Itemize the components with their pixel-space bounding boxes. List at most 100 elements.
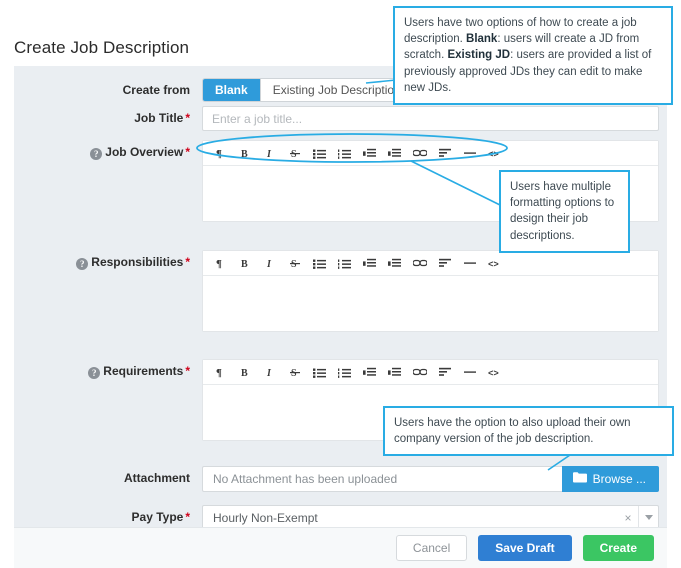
job-title-input[interactable] [202, 106, 659, 131]
strikethrough-icon[interactable]: S [282, 142, 307, 165]
svg-text:<>: <> [488, 260, 499, 268]
label-job-overview: ? Job Overview * [14, 145, 190, 160]
folder-icon [572, 472, 587, 486]
annotation-create-from: Users have two options of how to create … [393, 6, 673, 106]
paragraph-icon[interactable]: ¶ [207, 142, 232, 165]
close-icon[interactable]: × [618, 511, 638, 525]
pay-type-selected-value: Hourly Non-Exempt [213, 510, 318, 525]
label-attachment: Attachment [14, 471, 190, 485]
italic-icon[interactable]: I [257, 142, 282, 165]
annotation-attachment: Users have the option to also upload the… [383, 406, 674, 457]
field-responsibilities: ¶ B IS <> [202, 250, 659, 332]
italic-icon[interactable]: I [257, 361, 282, 384]
svg-text:I: I [266, 149, 272, 159]
indent-icon[interactable] [382, 252, 407, 275]
strikethrough-icon[interactable]: S [282, 252, 307, 275]
create-from-toggle-group[interactable]: Blank Existing Job Description [202, 78, 414, 102]
link-icon[interactable] [407, 142, 432, 165]
ordered-list-icon[interactable] [332, 142, 357, 165]
label-responsibilities-text: Responsibilities [91, 255, 184, 269]
help-icon[interactable]: ? [76, 258, 89, 270]
ordered-list-icon[interactable] [332, 361, 357, 384]
label-job-title-text: Job Title [134, 111, 184, 125]
responsibilities-toolbar[interactable]: ¶ B IS <> [203, 251, 658, 276]
label-job-overview-text: Job Overview [105, 145, 184, 159]
responsibilities-editor[interactable]: ¶ B IS <> [202, 250, 659, 332]
svg-text:¶: ¶ [216, 148, 222, 159]
required-asterisk: * [185, 145, 190, 159]
job-overview-toolbar[interactable]: ¶ B IS <> [203, 141, 658, 166]
svg-text:I: I [266, 368, 272, 378]
svg-text:B: B [241, 259, 248, 269]
browse-button[interactable]: Browse ... [561, 466, 659, 492]
annotation-emphasis: Blank [466, 33, 498, 46]
label-attachment-text: Attachment [123, 471, 190, 485]
svg-text:B: B [241, 149, 248, 159]
responsibilities-textarea[interactable] [203, 276, 658, 331]
indent-icon[interactable] [382, 142, 407, 165]
create-from-option-existing-jd[interactable]: Existing Job Description [260, 79, 413, 101]
annotation-formatting: Users have multiple formatting options t… [499, 170, 630, 253]
required-asterisk: * [185, 111, 190, 125]
strikethrough-icon[interactable]: S [282, 361, 307, 384]
attachment-control: No Attachment has been uploaded Browse .… [202, 466, 659, 492]
help-icon[interactable]: ? [88, 367, 101, 379]
required-asterisk: * [185, 364, 190, 378]
horizontal-rule-icon[interactable] [457, 361, 482, 384]
create-from-option-blank[interactable]: Blank [203, 79, 261, 101]
svg-text:B: B [241, 368, 248, 378]
caret-shape [644, 515, 653, 520]
label-pay-type: Pay Type * [14, 510, 190, 524]
svg-text:<>: <> [488, 369, 499, 377]
label-job-title: Job Title * [14, 111, 190, 125]
form-footer: Cancel Save Draft Create [14, 527, 667, 568]
outdent-icon[interactable] [357, 252, 382, 275]
bold-icon[interactable]: B [232, 142, 257, 165]
unordered-list-icon[interactable] [307, 252, 332, 275]
annotation-emphasis: Existing JD [447, 49, 511, 62]
align-left-icon[interactable] [432, 252, 457, 275]
bold-icon[interactable]: B [232, 252, 257, 275]
unordered-list-icon[interactable] [307, 142, 332, 165]
required-asterisk: * [185, 255, 190, 269]
chevron-down-icon[interactable] [638, 506, 658, 529]
svg-text:¶: ¶ [216, 367, 222, 378]
cancel-button[interactable]: Cancel [395, 535, 468, 561]
browse-button-label: Browse ... [592, 472, 646, 486]
link-icon[interactable] [407, 361, 432, 384]
horizontal-rule-icon[interactable] [457, 142, 482, 165]
svg-text:¶: ¶ [216, 258, 222, 269]
code-icon[interactable]: <> [482, 142, 507, 165]
unordered-list-icon[interactable] [307, 361, 332, 384]
outdent-icon[interactable] [357, 361, 382, 384]
attachment-status: No Attachment has been uploaded [202, 466, 562, 492]
bold-icon[interactable]: B [232, 361, 257, 384]
label-create-from: Create from [14, 83, 190, 97]
field-job-title [202, 106, 659, 131]
required-asterisk: * [185, 510, 190, 524]
align-left-icon[interactable] [432, 142, 457, 165]
help-icon[interactable]: ? [90, 148, 103, 160]
create-button[interactable]: Create [582, 535, 654, 561]
link-icon[interactable] [407, 252, 432, 275]
label-requirements-text: Requirements [103, 364, 184, 378]
outdent-icon[interactable] [357, 142, 382, 165]
label-create-from-text: Create from [122, 83, 190, 97]
label-requirements: ? Requirements * [14, 364, 190, 379]
save-draft-button[interactable]: Save Draft [478, 535, 572, 561]
italic-icon[interactable]: I [257, 252, 282, 275]
code-icon[interactable]: <> [482, 361, 507, 384]
requirements-toolbar[interactable]: ¶ B IS <> [203, 360, 658, 385]
ordered-list-icon[interactable] [332, 252, 357, 275]
paragraph-icon[interactable]: ¶ [207, 361, 232, 384]
horizontal-rule-icon[interactable] [457, 252, 482, 275]
svg-text:<>: <> [488, 150, 499, 158]
code-icon[interactable]: <> [482, 252, 507, 275]
create-job-description-form: Create from Blank Existing Job Descripti… [14, 66, 667, 530]
align-left-icon[interactable] [432, 361, 457, 384]
page-title: Create Job Description [14, 38, 190, 57]
indent-icon[interactable] [382, 361, 407, 384]
paragraph-icon[interactable]: ¶ [207, 252, 232, 275]
field-attachment: No Attachment has been uploaded Browse .… [202, 466, 659, 492]
label-pay-type-text: Pay Type [131, 510, 184, 524]
